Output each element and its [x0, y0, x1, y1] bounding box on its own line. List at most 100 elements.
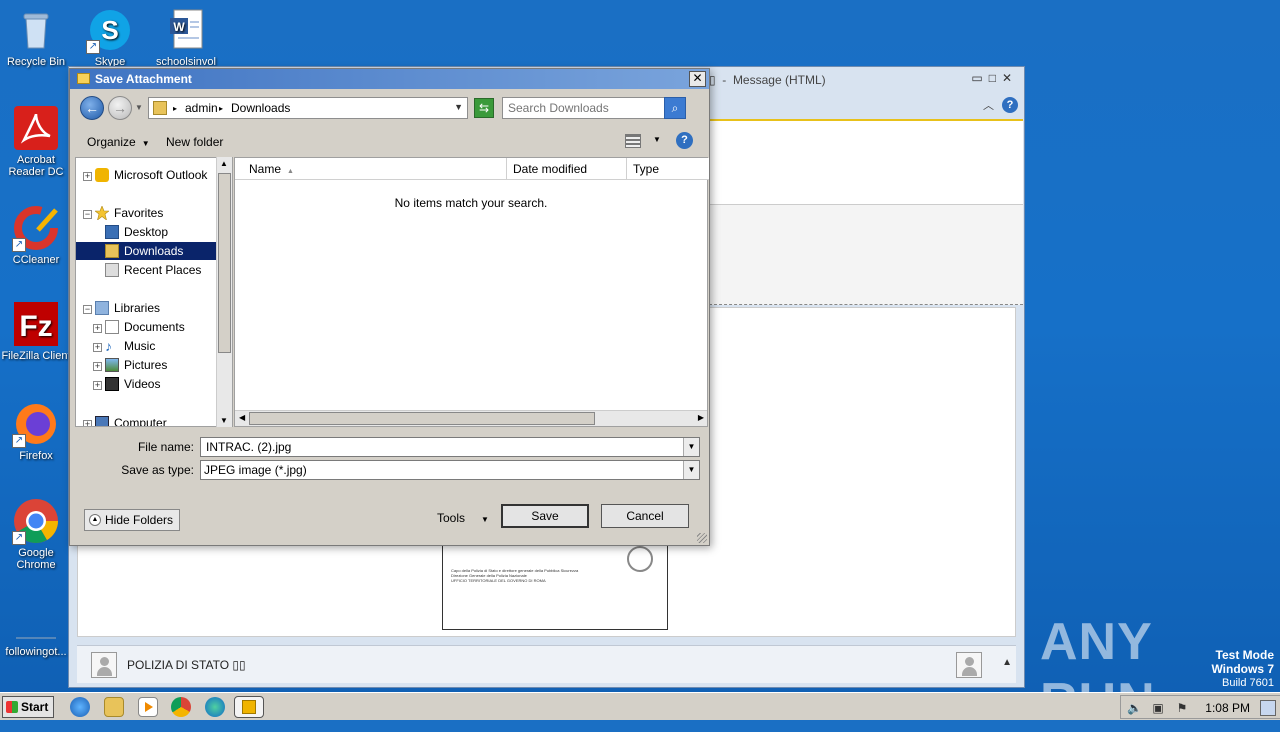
- tree-documents[interactable]: Documents: [124, 318, 185, 336]
- desktop-icon-label: FileZilla Client: [1, 350, 71, 362]
- tree-favorites[interactable]: Favorites: [114, 204, 163, 222]
- svg-text:W: W: [173, 20, 185, 34]
- desktop-icon-ccleaner[interactable]: ↗ CCleaner: [0, 204, 72, 266]
- network-icon[interactable]: ▣: [1151, 701, 1165, 715]
- dialog-titlebar[interactable]: Save Attachment ✕: [70, 69, 709, 89]
- start-button[interactable]: Start: [2, 696, 54, 718]
- internet-explorer-icon[interactable]: [70, 697, 90, 717]
- collapse-icon[interactable]: −: [83, 210, 92, 219]
- file-list-horizontal-scrollbar[interactable]: ◀ ▶: [235, 410, 707, 426]
- scroll-left-icon[interactable]: ◀: [239, 413, 245, 422]
- expand-icon[interactable]: +: [93, 343, 102, 352]
- show-desktop-button[interactable]: [1260, 700, 1276, 716]
- tools-button[interactable]: Tools ▼: [437, 511, 489, 525]
- tree-pictures[interactable]: Pictures: [124, 356, 167, 374]
- save-button[interactable]: Save: [501, 504, 589, 528]
- dialog-help-icon[interactable]: ?: [676, 132, 693, 149]
- expand-icon[interactable]: +: [83, 420, 92, 426]
- collapse-ribbon-icon[interactable]: ︿: [983, 97, 994, 113]
- minimize-icon[interactable]: ▭: [971, 71, 988, 85]
- file-explorer-icon[interactable]: [104, 697, 124, 717]
- save-as-type-select[interactable]: JPEG image (*.jpg) ▼: [200, 460, 700, 480]
- navigation-pane[interactable]: + Microsoft Outlook − Favorites Desktop …: [75, 157, 233, 427]
- scroll-down-icon[interactable]: ▼: [220, 416, 228, 425]
- outlook-taskbar-button[interactable]: [234, 696, 264, 718]
- sender-avatar: [91, 652, 117, 678]
- column-header-type[interactable]: Type: [627, 158, 709, 180]
- scroll-right-icon[interactable]: ▶: [698, 413, 704, 422]
- tree-computer[interactable]: Computer: [114, 414, 167, 426]
- chrome-taskbar-icon[interactable]: [171, 697, 191, 717]
- back-button[interactable]: ←: [80, 96, 104, 120]
- build-line: Build 7601: [1222, 677, 1274, 689]
- test-mode-line: Test Mode: [1215, 648, 1274, 662]
- tree-desktop[interactable]: Desktop: [124, 223, 168, 241]
- close-icon[interactable]: ✕: [1002, 71, 1018, 85]
- desktop-icon-recycle-bin[interactable]: Recycle Bin: [0, 6, 72, 68]
- expand-icon[interactable]: +: [93, 362, 102, 371]
- tree-videos[interactable]: Videos: [124, 375, 160, 393]
- expand-icon[interactable]: +: [83, 172, 92, 181]
- expand-people-pane-icon[interactable]: ▲: [1002, 657, 1012, 668]
- firefox-icon: ↗: [12, 400, 60, 448]
- desktop-icon-chrome[interactable]: ↗ Google Chrome: [0, 497, 72, 571]
- organize-button[interactable]: Organize ▼: [87, 135, 150, 149]
- refresh-button[interactable]: ⇆: [474, 98, 494, 118]
- column-header-date-modified[interactable]: Date modified: [507, 158, 627, 180]
- resize-grip[interactable]: [697, 533, 707, 543]
- desktop-icon-skype[interactable]: S ↗ Skype: [74, 6, 146, 68]
- save-attachment-dialog[interactable]: Save Attachment ✕ ← → ▼ ▸ admin ▸ Downlo…: [69, 68, 710, 546]
- breadcrumb-admin[interactable]: admin: [185, 101, 218, 115]
- file-name-dropdown-icon[interactable]: ▼: [683, 438, 699, 456]
- hide-folders-button[interactable]: ▲ Hide Folders: [84, 509, 181, 531]
- scrollbar-thumb[interactable]: [249, 412, 595, 425]
- expand-icon[interactable]: +: [93, 324, 102, 333]
- search-input[interactable]: [506, 99, 656, 117]
- recent-pages-dropdown[interactable]: ▼: [135, 103, 143, 112]
- column-header-name[interactable]: Name ▲: [235, 158, 507, 180]
- save-as-type-dropdown-icon[interactable]: ▼: [683, 461, 699, 479]
- expand-icon[interactable]: +: [93, 381, 102, 390]
- tree-microsoft-outlook[interactable]: Microsoft Outlook: [114, 166, 207, 184]
- file-list-pane[interactable]: Name ▲ Date modified Type No items match …: [234, 157, 709, 427]
- view-options-icon[interactable]: [625, 134, 641, 148]
- windows-logo-icon: [6, 701, 18, 713]
- search-icon[interactable]: ⌕: [664, 97, 686, 119]
- tree-libraries[interactable]: Libraries: [114, 299, 160, 317]
- command-bar: Organize ▼ New folder ▼ ?: [71, 127, 708, 157]
- action-center-flag-icon[interactable]: ⚑: [1175, 701, 1189, 715]
- maximize-icon[interactable]: □: [989, 71, 1002, 85]
- tree-downloads-selected[interactable]: Downloads: [76, 242, 216, 260]
- scrollbar-thumb[interactable]: [218, 173, 231, 353]
- tree-recent-places[interactable]: Recent Places: [124, 261, 201, 279]
- desktop-icon-acrobat[interactable]: Acrobat Reader DC: [0, 104, 72, 178]
- file-name-input[interactable]: [204, 439, 674, 455]
- desktop-icon-firefox[interactable]: ↗ Firefox: [0, 400, 72, 462]
- tree-music[interactable]: Music: [124, 337, 155, 355]
- contact-avatar: [956, 652, 982, 678]
- edge-icon[interactable]: [205, 697, 225, 717]
- dialog-close-button[interactable]: ✕: [689, 71, 706, 87]
- cancel-button[interactable]: Cancel: [601, 504, 689, 528]
- address-dropdown-icon[interactable]: ▼: [454, 102, 463, 112]
- breadcrumb-downloads[interactable]: Downloads: [231, 101, 290, 115]
- media-player-icon[interactable]: [138, 697, 158, 717]
- search-box[interactable]: ⌕: [502, 97, 686, 119]
- taskbar: Start 🔈 ▣ ⚑ 1:08 PM: [0, 692, 1280, 720]
- window-controls[interactable]: ▭□✕: [971, 71, 1018, 85]
- file-name-combo[interactable]: ▼: [200, 437, 700, 457]
- new-folder-button[interactable]: New folder: [166, 135, 223, 149]
- scroll-up-icon[interactable]: ▲: [220, 159, 228, 168]
- desktop-icon-filezilla[interactable]: Fz FileZilla Client: [0, 300, 72, 362]
- attached-image-preview: Capo della Polizia di Stato e direttore …: [442, 542, 668, 630]
- forward-button[interactable]: →: [108, 96, 132, 120]
- volume-icon[interactable]: 🔈: [1127, 701, 1142, 715]
- help-icon[interactable]: ?: [1002, 97, 1018, 113]
- clock[interactable]: 1:08 PM: [1205, 701, 1250, 715]
- navigation-pane-scrollbar[interactable]: ▲ ▼: [216, 157, 232, 427]
- desktop-icon-file[interactable]: followingot...: [0, 596, 72, 658]
- address-bar[interactable]: ▸ admin ▸ Downloads ▼: [148, 97, 468, 119]
- desktop-icon-word-doc[interactable]: W schoolsinvol: [150, 6, 222, 68]
- view-dropdown-icon[interactable]: ▼: [653, 135, 661, 144]
- collapse-icon[interactable]: −: [83, 305, 92, 314]
